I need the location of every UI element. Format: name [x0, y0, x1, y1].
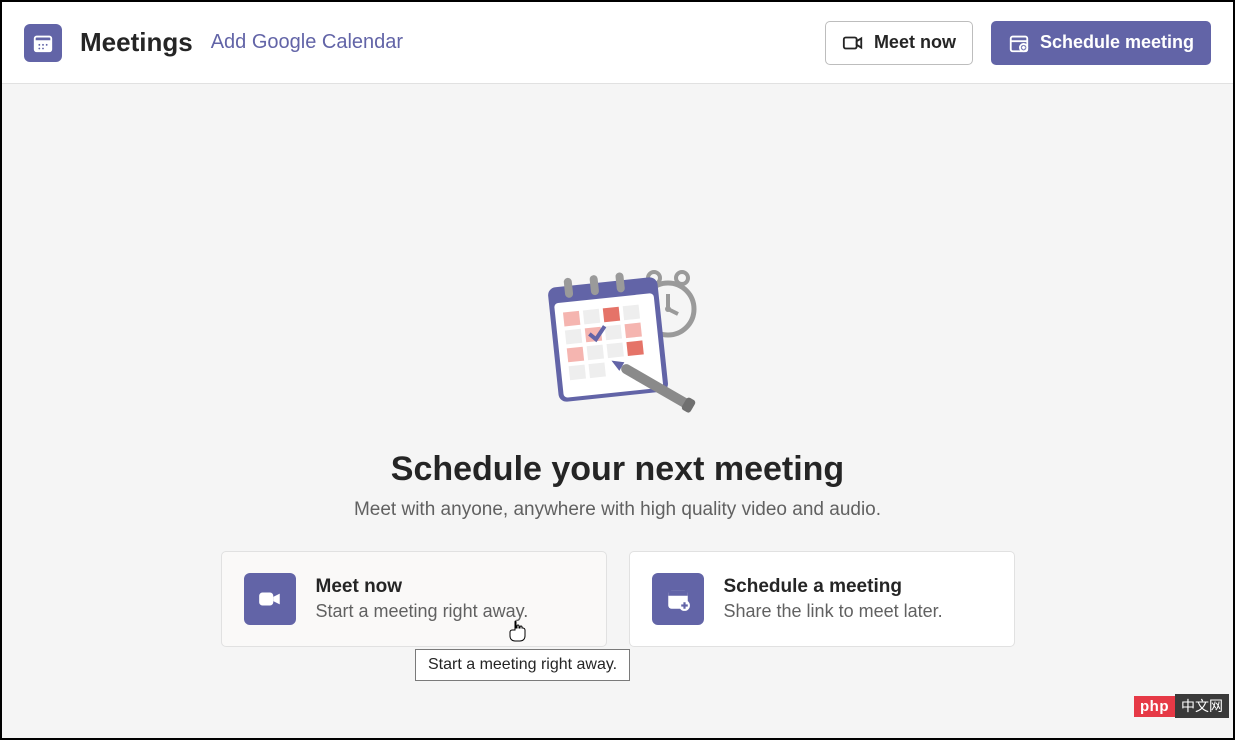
video-fill-icon: [244, 573, 296, 625]
meet-now-card-subtitle: Start a meeting right away.: [316, 601, 529, 622]
schedule-label: Schedule meeting: [1040, 32, 1194, 53]
watermark-badge: php 中文网: [1134, 694, 1229, 718]
meet-now-card[interactable]: Meet now Start a meeting right away.: [221, 551, 607, 647]
header: Meetings Add Google Calendar Meet now Sc…: [2, 2, 1233, 84]
video-icon: [842, 32, 864, 54]
calendar-add-icon: [1008, 32, 1030, 54]
schedule-card-title: Schedule a meeting: [724, 576, 943, 598]
meet-now-card-title: Meet now: [316, 576, 529, 598]
badge-right: 中文网: [1175, 694, 1229, 718]
hero-subtitle: Meet with anyone, anywhere with high qua…: [354, 499, 881, 521]
calendar-app-icon: [24, 24, 62, 62]
page-title: Meetings: [80, 27, 193, 58]
tooltip: Start a meeting right away.: [415, 649, 630, 681]
meet-now-button[interactable]: Meet now: [825, 21, 973, 65]
calendar-illustration: [518, 254, 718, 424]
main-content: Schedule your next meeting Meet with any…: [2, 84, 1233, 647]
calendar-add-fill-icon: [652, 573, 704, 625]
add-google-calendar-link[interactable]: Add Google Calendar: [211, 31, 403, 54]
schedule-meeting-card[interactable]: Schedule a meeting Share the link to mee…: [629, 551, 1015, 647]
schedule-card-subtitle: Share the link to meet later.: [724, 601, 943, 622]
meet-now-label: Meet now: [874, 32, 956, 53]
badge-left: php: [1134, 696, 1175, 717]
schedule-meeting-button[interactable]: Schedule meeting: [991, 21, 1211, 65]
action-cards: Meet now Start a meeting right away. Sch…: [221, 551, 1015, 647]
hero-title: Schedule your next meeting: [391, 450, 844, 489]
